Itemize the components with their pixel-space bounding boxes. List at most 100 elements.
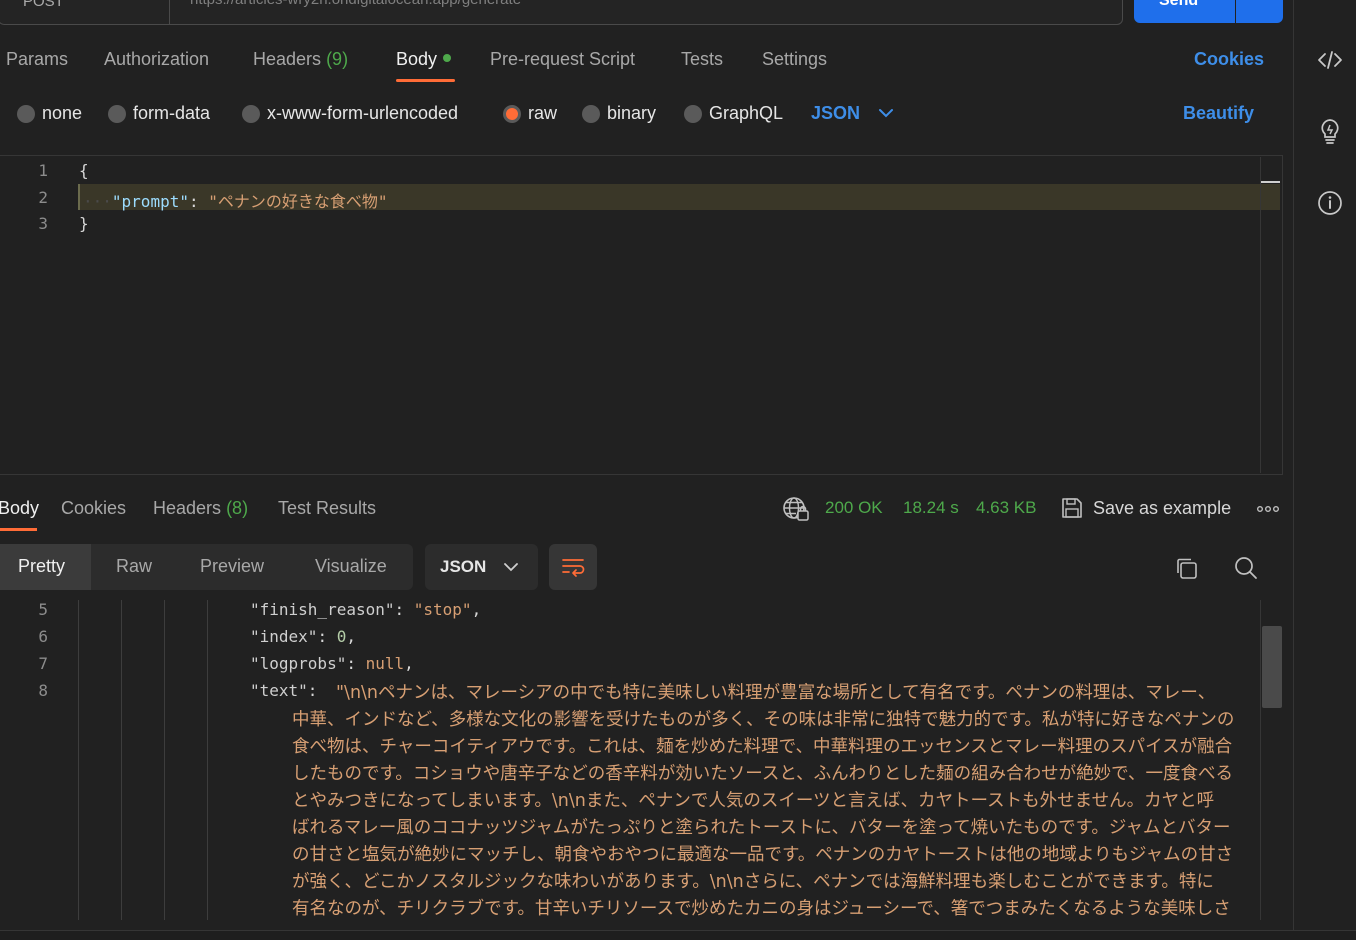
indent-guide [207, 600, 208, 920]
response-line-7: "logprobs": null, [250, 654, 414, 673]
save-icon[interactable] [1060, 496, 1084, 520]
lightbulb-icon[interactable] [1316, 117, 1344, 145]
indent-guide [164, 600, 165, 920]
radio-circle [684, 104, 702, 123]
json-key: "text" [250, 681, 308, 700]
response-tab-cookies[interactable]: Cookies [61, 498, 126, 519]
raw-format-dropdown[interactable]: JSON [811, 103, 860, 124]
response-line-5: "finish_reason": "stop", [250, 600, 482, 619]
body-indicator-dot [443, 54, 452, 62]
line-number: 7 [38, 654, 48, 673]
json-key: "logprobs" [250, 654, 347, 673]
status-bar [0, 930, 1356, 940]
tab-body[interactable]: Body [396, 49, 452, 70]
text-value-line: 中華、インドなど、多様な文化の影響を受けたものが多く、その味は非常に独特で魅力的… [292, 710, 1235, 730]
line-number: 5 [38, 600, 48, 619]
info-icon[interactable] [1316, 189, 1344, 217]
response-tab-body[interactable]: Body [0, 498, 39, 519]
response-line-6: "index": 0, [250, 627, 356, 646]
text-value-line: ばれるマレー風のココナッツジャムがたっぷりと塗られたトーストに、バターを塗って焼… [292, 818, 1231, 838]
radio-urlencoded[interactable]: x-www-form-urlencoded [242, 103, 458, 124]
beautify-link[interactable]: Beautify [1183, 103, 1254, 124]
tab-headers[interactable]: Headers (9) [253, 49, 348, 70]
search-icon[interactable] [1233, 555, 1259, 581]
radio-form-data[interactable]: form-data [108, 103, 210, 124]
text-value-line: とやみつきになってしまいます。\n\nまた、ペナンで人気のスイーツと言えば、カヤ… [292, 791, 1215, 811]
radio-circle [582, 104, 600, 123]
response-scrollbar-thumb[interactable] [1262, 626, 1282, 708]
headers-count: (9) [326, 49, 349, 69]
code-icon[interactable] [1316, 46, 1344, 74]
radio-graphql-label: GraphQL [709, 103, 784, 123]
text-value-line: の甘さと塩気が絶妙にマッチし、朝食やおやつに最適な一品です。ペナンのカヤトースト… [292, 845, 1234, 865]
save-as-example-button[interactable]: Save as example [1093, 498, 1231, 519]
view-pretty[interactable]: Pretty [18, 556, 65, 577]
json-value: "ペナンの好きな食べ物" [208, 192, 388, 211]
response-size[interactable]: 4.63 KB [976, 498, 1037, 518]
radio-none[interactable]: none [17, 103, 82, 124]
radio-circle [242, 104, 260, 123]
text-value-line: したものです。コショウや唐辛子などの香辛料が効いたソースと、ふんわりとした麺の組… [292, 764, 1233, 784]
indent-dots: ··· [83, 192, 112, 211]
radio-circle [108, 104, 126, 123]
response-format-label: JSON [440, 557, 487, 576]
text-value-line: が強く、どこかノスタルジックな味わいがあります。\n\nさらに、ペナンでは海鮮料… [292, 872, 1214, 892]
radio-circle [17, 104, 35, 123]
url-input[interactable]: https://articles-wry2n.ondigitalocean.ap… [169, 0, 1123, 25]
json-key: "prompt" [111, 192, 189, 211]
chevron-down-icon[interactable] [878, 106, 894, 120]
text-value-line: "\n\nペナンは、マレーシアの中でも特に美味しい料理が豊富な場所として有名です… [336, 683, 1216, 703]
json-key: "finish_reason" [250, 600, 395, 619]
tab-headers-label: Headers [253, 49, 322, 69]
view-visualize[interactable]: Visualize [315, 556, 387, 577]
line-number: 3 [38, 214, 48, 233]
response-tab-headers[interactable]: Headers (8) [153, 498, 248, 519]
radio-raw[interactable]: raw [503, 103, 557, 124]
chevron-down-icon [504, 563, 518, 572]
copy-icon[interactable] [1174, 556, 1200, 582]
json-value: null [365, 654, 405, 673]
method-select[interactable]: POST [0, 0, 170, 25]
response-time[interactable]: 18.24 s [903, 498, 959, 518]
editor-scrollbar[interactable] [1260, 157, 1282, 473]
status-code[interactable]: 200 OK [825, 498, 883, 518]
scroll-position-marker [1261, 181, 1280, 183]
globe-lock-icon[interactable] [782, 496, 810, 522]
more-options-icon[interactable] [1256, 504, 1280, 514]
radio-binary[interactable]: binary [582, 103, 656, 124]
view-preview[interactable]: Preview [200, 556, 264, 577]
radio-form-data-label: form-data [133, 103, 211, 123]
response-format-dropdown[interactable]: JSON [425, 544, 538, 590]
indent-guide [78, 600, 79, 920]
method-label: POST [23, 0, 64, 10]
line-number: 2 [38, 188, 48, 207]
response-line-8-key: "text": [250, 681, 328, 700]
tab-tests[interactable]: Tests [681, 49, 723, 70]
tab-prerequest-script[interactable]: Pre-request Script [490, 49, 635, 70]
text-value-line: 食べ物は、チャーコイティアウです。これは、麺を炒めた料理で、中華料理のエッセンス… [292, 737, 1233, 757]
radio-none-label: none [42, 103, 83, 123]
line-number: 1 [38, 161, 48, 180]
url-text: https://articles-wry2n.ondigitalocean.ap… [190, 0, 521, 8]
radio-graphql[interactable]: GraphQL [684, 103, 783, 124]
tab-params[interactable]: Params [6, 49, 68, 70]
send-button[interactable]: Send [1134, 0, 1235, 23]
tab-settings[interactable]: Settings [762, 49, 827, 70]
view-raw[interactable]: Raw [116, 556, 152, 577]
tab-authorization[interactable]: Authorization [104, 49, 209, 70]
code-line-3: } [79, 214, 89, 233]
code-line-1: { [79, 161, 89, 180]
response-tab-indicator [0, 528, 37, 531]
json-key: "index" [250, 627, 318, 646]
wrap-lines-icon [562, 559, 585, 577]
send-label: Send [1159, 0, 1199, 9]
line-number: 8 [38, 681, 48, 700]
send-options-button[interactable] [1236, 0, 1283, 23]
indent-guide [121, 600, 122, 920]
wrap-lines-button[interactable] [549, 544, 597, 590]
response-headers-label: Headers [153, 498, 222, 518]
radio-binary-label: binary [607, 103, 657, 123]
json-value: "stop" [413, 600, 472, 619]
response-tab-test-results[interactable]: Test Results [278, 498, 376, 519]
cookies-link[interactable]: Cookies [1194, 49, 1264, 70]
